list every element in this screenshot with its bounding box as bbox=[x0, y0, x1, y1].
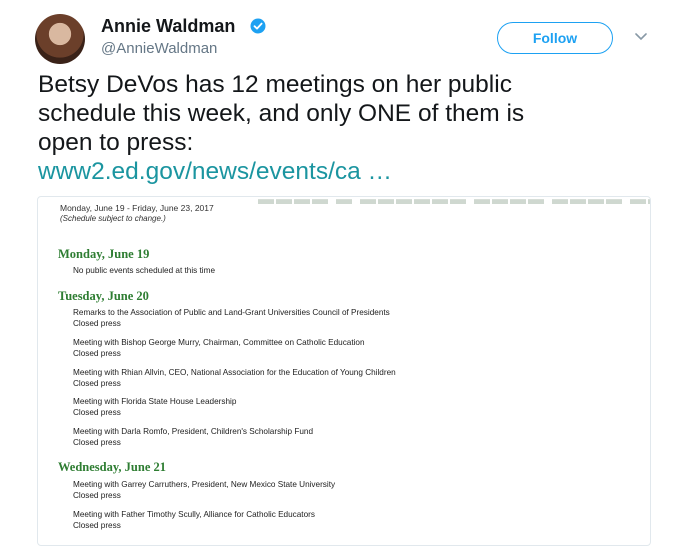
event-status: Closed press bbox=[73, 319, 121, 328]
chevron-down-icon[interactable] bbox=[634, 32, 648, 42]
event-title: Meeting with Rhian Allvin, CEO, National… bbox=[73, 368, 396, 377]
tweet-link[interactable]: www2.ed.gov/news/events/ca … bbox=[38, 157, 658, 186]
event-title: Remarks to the Association of Public and… bbox=[73, 308, 390, 317]
author-name[interactable]: Annie Waldman bbox=[101, 16, 235, 37]
event-status: Closed press bbox=[73, 438, 121, 447]
tweet-line: Betsy DeVos has 12 meetings on her publi… bbox=[38, 71, 512, 98]
event-status: Closed press bbox=[73, 408, 121, 417]
event-status: Closed press bbox=[73, 349, 121, 358]
event-title: Meeting with Darla Romfo, President, Chi… bbox=[73, 427, 314, 436]
event-title: Meeting with Bishop George Murry, Chairm… bbox=[73, 338, 365, 347]
event-title: Meeting with Father Timothy Scully, Alli… bbox=[73, 510, 315, 519]
day-heading: Wednesday, June 21 bbox=[58, 460, 167, 474]
schedule-note: (Schedule subject to change.) bbox=[60, 214, 166, 223]
avatar[interactable] bbox=[35, 14, 85, 64]
event-status: Closed press bbox=[73, 379, 121, 388]
event-title: Meeting with Florida State House Leaders… bbox=[73, 397, 237, 406]
day-heading: Monday, June 19 bbox=[58, 247, 150, 261]
follow-button[interactable]: Follow bbox=[497, 22, 613, 54]
cropped-heading-decoration: ▬▬▬▬ ▬ ▬▬▬▬▬▬ ▬▬▬▬ ▬▬▬▬ ▬▬▬ bbox=[258, 196, 651, 208]
day-heading: Tuesday, June 20 bbox=[58, 289, 149, 303]
tweet-line: schedule this week, and only ONE of them… bbox=[38, 100, 525, 127]
verified-badge-icon bbox=[250, 18, 266, 34]
tweet-text: Betsy DeVos has 12 meetings on her publi… bbox=[38, 70, 658, 186]
author-handle[interactable]: @AnnieWaldman bbox=[101, 40, 217, 57]
media-card[interactable]: ▬▬▬▬ ▬ ▬▬▬▬▬▬ ▬▬▬▬ ▬▬▬▬ ▬▬▬ Monday, June… bbox=[37, 196, 651, 546]
tweet-line: open to press: bbox=[38, 129, 194, 156]
event-title: Meeting with Garrey Carruthers, Presiden… bbox=[73, 480, 336, 489]
event-status: Closed press bbox=[73, 521, 121, 530]
event-status: Closed press bbox=[73, 491, 121, 500]
schedule-date-range: Monday, June 19 - Friday, June 23, 2017 bbox=[60, 203, 214, 213]
no-events-text: No public events scheduled at this time bbox=[73, 266, 215, 275]
